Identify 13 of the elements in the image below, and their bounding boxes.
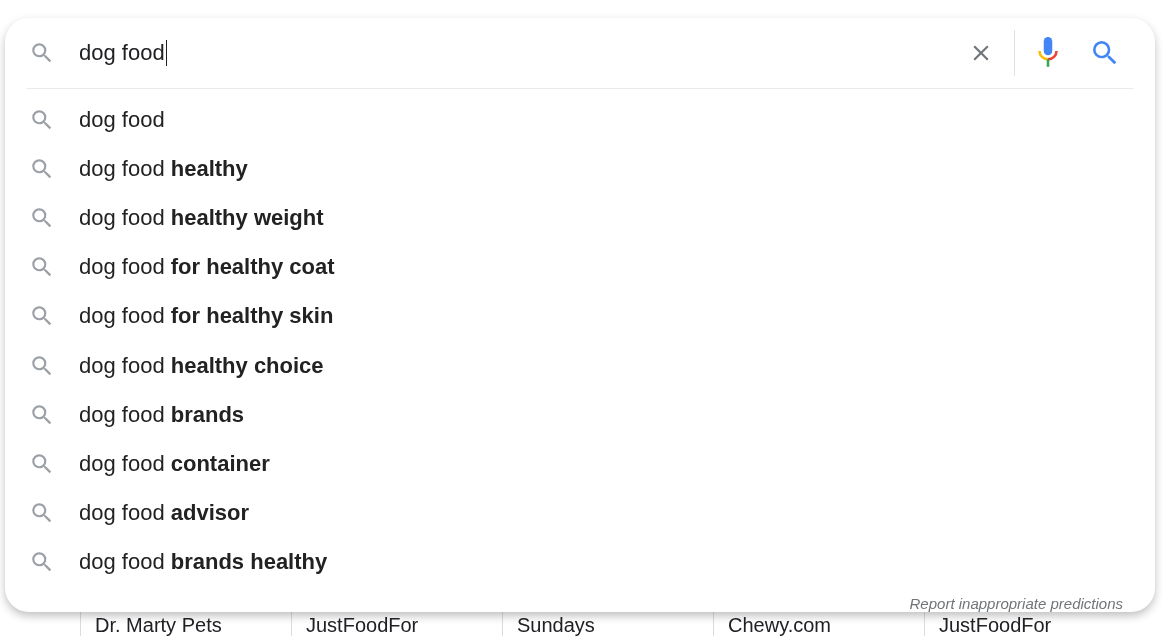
suggestion-item[interactable]: dog food bbox=[5, 95, 1155, 145]
suggestion-item[interactable]: dog food healthy weight bbox=[5, 193, 1155, 243]
suggestion-item[interactable]: dog food brands healthy bbox=[5, 537, 1155, 587]
suggestion-item[interactable]: dog food for healthy coat bbox=[5, 242, 1155, 292]
report-link[interactable]: Report inappropriate predictions bbox=[909, 595, 1123, 612]
suggestion-item[interactable]: dog food container bbox=[5, 439, 1155, 489]
suggestion-item[interactable]: dog food brands bbox=[5, 390, 1155, 440]
suggestion-item[interactable]: dog food advisor bbox=[5, 488, 1155, 538]
suggestion-item[interactable]: dog food for healthy skin bbox=[5, 291, 1155, 342]
suggestion-item[interactable]: dog food healthy bbox=[5, 144, 1155, 194]
search-field[interactable]: dog food bbox=[79, 40, 954, 67]
text-cursor bbox=[165, 40, 168, 67]
suggestion-item[interactable]: dog food healthy choice bbox=[5, 341, 1155, 391]
